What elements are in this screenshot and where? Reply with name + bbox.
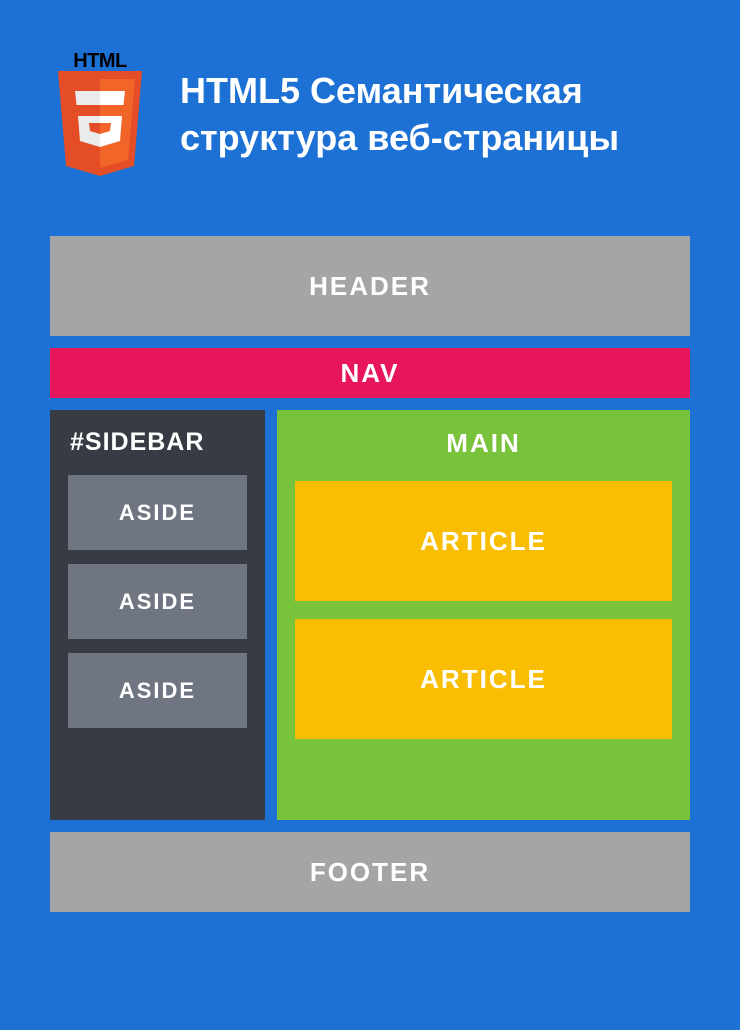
html5-logo: HTML	[50, 50, 150, 186]
aside-block: ASIDE	[68, 475, 247, 550]
footer-block: FOOTER	[50, 832, 690, 912]
article-block: ARTICLE	[295, 619, 672, 739]
sidebar-block: #SIDEBAR ASIDE ASIDE ASIDE	[50, 410, 265, 820]
sidebar-label: #SIDEBAR	[68, 428, 247, 457]
aside-block: ASIDE	[68, 653, 247, 728]
page-title: HTML5 Семантическая структура веб-страни…	[180, 50, 690, 162]
aside-block: ASIDE	[68, 564, 247, 639]
middle-row: #SIDEBAR ASIDE ASIDE ASIDE MAIN ARTICLE …	[50, 410, 690, 820]
semantic-structure-diagram: HEADER NAV #SIDEBAR ASIDE ASIDE ASIDE MA…	[50, 236, 690, 912]
logo-html-text: HTML	[73, 50, 127, 73]
article-block: ARTICLE	[295, 481, 672, 601]
main-block: MAIN ARTICLE ARTICLE	[277, 410, 690, 820]
title-row: HTML HTML5 Семантическая структура веб-с…	[50, 50, 690, 186]
html5-shield-icon	[50, 71, 150, 186]
main-label: MAIN	[295, 428, 672, 459]
header-block: HEADER	[50, 236, 690, 336]
nav-block: NAV	[50, 348, 690, 398]
